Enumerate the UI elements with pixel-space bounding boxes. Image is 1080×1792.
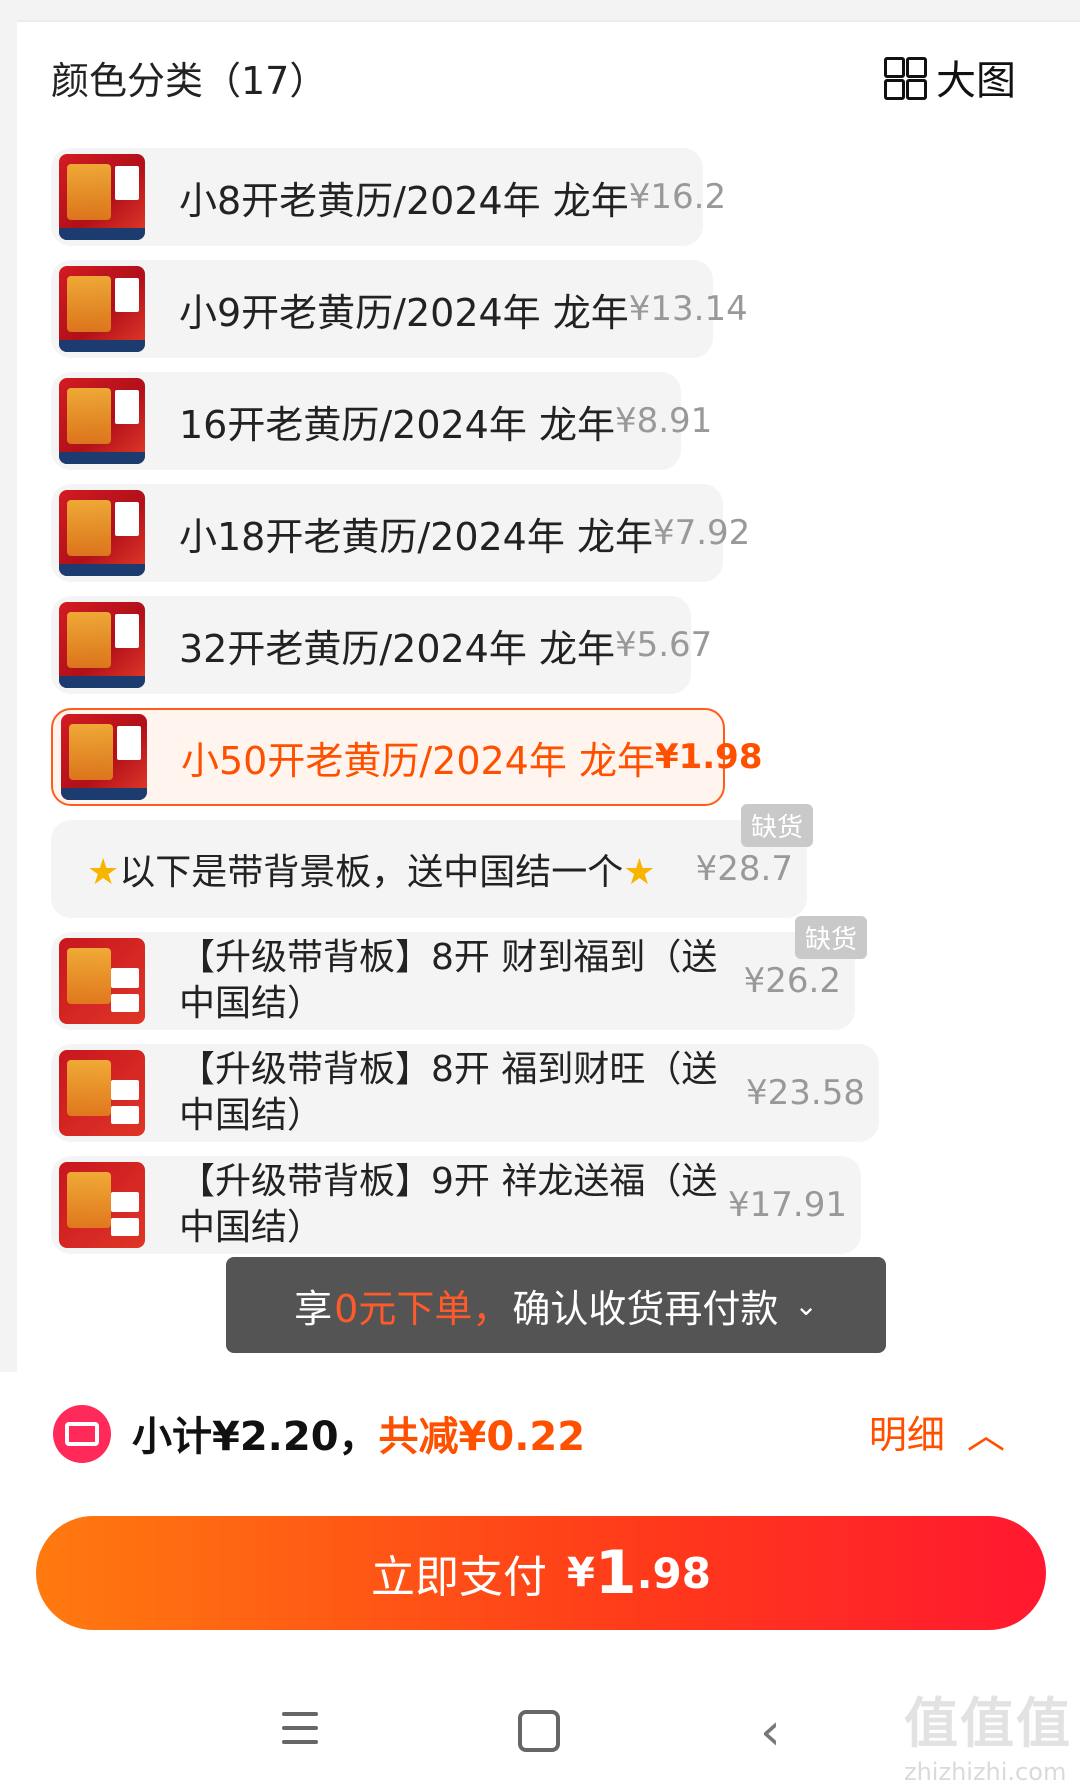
- sku-option-label: 32开老黄历/2024年 龙年: [179, 626, 615, 671]
- pay-currency: ¥: [567, 1550, 595, 1596]
- menu-icon[interactable]: [282, 1712, 318, 1754]
- detail-toggle[interactable]: 明细 ︿: [869, 1404, 1005, 1459]
- home-icon[interactable]: [518, 1710, 560, 1752]
- sku-option-price: ¥23.58: [746, 1073, 865, 1113]
- sku-section-title: 颜色分类（17）: [51, 59, 328, 103]
- grid-icon: [882, 55, 927, 100]
- star-icon: ★: [623, 852, 656, 893]
- sku-option-label: 【升级带背板】8开 福到财旺（送中国结）: [179, 1049, 718, 1136]
- sku-option-price: ¥16.2: [628, 177, 727, 217]
- sku-option[interactable]: 【升级带背板】9开 祥龙送福（送中国结） ¥17.91: [51, 1156, 861, 1254]
- pay-now-button[interactable]: 立即支付 ¥ 1 .98: [36, 1516, 1046, 1630]
- watermark-logo: 值值值: [904, 1692, 1072, 1755]
- sku-option-price: ¥17.91: [728, 1185, 847, 1225]
- price-summary: 小计¥2.20，共减¥0.22: [132, 1404, 585, 1462]
- sku-selector-panel: 颜色分类（17） 大图 小8开老黄历/2024年 龙年 ¥16.2 小9开老黄历…: [17, 20, 1080, 1374]
- sku-option-label: 小9开老黄历/2024年 龙年: [179, 290, 629, 335]
- discount-text: 共减¥0.22: [378, 1414, 586, 1460]
- sku-option-selected[interactable]: 小50开老黄历/2024年 龙年 ¥1.98: [51, 708, 763, 806]
- sku-option-price: ¥28.7: [695, 849, 793, 889]
- sku-thumbnail: [59, 602, 145, 688]
- sku-option-label: 16开老黄历/2024年 龙年: [179, 402, 615, 447]
- big-view-label: 大图: [936, 58, 1016, 104]
- sku-thumbnail: [59, 154, 145, 240]
- pay-amount-dec: .98: [636, 1548, 711, 1598]
- sku-option-price: ¥13.14: [628, 289, 748, 329]
- sku-option-label: 小8开老黄历/2024年 龙年: [179, 178, 629, 223]
- sku-option[interactable]: 小18开老黄历/2024年 龙年 ¥7.92: [51, 484, 750, 582]
- sku-option-price: ¥7.92: [652, 513, 751, 553]
- sku-option-label: 以下是带背景板，送中国结一个: [119, 852, 624, 893]
- toast-suffix: 确认收货再付款: [512, 1286, 779, 1331]
- coupon-icon: [53, 1405, 111, 1463]
- sku-thumbnail: [61, 714, 147, 800]
- pay-later-toast[interactable]: 享 0元下单， 确认收货再付款 ⌄: [226, 1257, 886, 1353]
- sku-option-label: 【升级带背板】8开 财到福到（送中国结）: [179, 937, 718, 1024]
- sku-option-price: ¥26.2: [743, 961, 841, 1001]
- out-of-stock-badge: 缺货: [795, 916, 868, 959]
- checkout-bar: 小计¥2.20，共减¥0.22 明细 ︿ 立即支付 ¥ 1 .98 ‹ 值值值 …: [0, 1372, 1080, 1792]
- sku-thumbnail: [59, 266, 145, 352]
- sku-thumbnail: [59, 378, 145, 464]
- toast-highlight: 0元下单，: [334, 1286, 511, 1331]
- big-view-toggle[interactable]: 大图: [882, 48, 1016, 106]
- sku-option-label: 【升级带背板】9开 祥龙送福（送中国结）: [179, 1161, 718, 1248]
- sku-option[interactable]: 32开老黄历/2024年 龙年 ¥5.67: [51, 596, 712, 694]
- detail-label: 明细: [868, 1413, 945, 1457]
- subtotal-text: 小计¥2.20，: [132, 1414, 379, 1460]
- watermark-domain: zhizhizhi.com: [904, 1758, 1067, 1786]
- sku-option-price: ¥5.67: [614, 625, 713, 665]
- sku-thumbnail: [59, 490, 145, 576]
- chevron-up-icon: ︿: [966, 1413, 1005, 1457]
- sku-option[interactable]: 【升级带背板】8开 福到财旺（送中国结） ¥23.58: [51, 1044, 879, 1142]
- star-icon: ★: [87, 852, 120, 893]
- sku-thumbnail: [59, 1162, 145, 1248]
- sku-option-unavailable[interactable]: 【升级带背板】8开 财到福到（送中国结） ¥26.2: [51, 932, 855, 1030]
- sku-option-label: 小50开老黄历/2024年 龙年: [181, 738, 655, 783]
- back-icon[interactable]: ‹: [760, 1702, 781, 1762]
- sku-option-price: ¥1.98: [654, 737, 763, 777]
- sku-option[interactable]: 小8开老黄历/2024年 龙年 ¥16.2: [51, 148, 726, 246]
- toast-prefix: 享: [294, 1286, 333, 1331]
- sku-option-price: ¥8.91: [614, 401, 713, 441]
- sku-option-unavailable[interactable]: ★以下是带背景板，送中国结一个★ ¥28.7: [51, 820, 807, 918]
- pay-amount-int: 1: [594, 1538, 637, 1608]
- sku-thumbnail: [59, 938, 145, 1024]
- sku-option[interactable]: 16开老黄历/2024年 龙年 ¥8.91: [51, 372, 712, 470]
- sku-option-label-wrap: ★以下是带背景板，送中国结一个★: [87, 843, 656, 895]
- sku-option[interactable]: 小9开老黄历/2024年 龙年 ¥13.14: [51, 260, 748, 358]
- sku-option-label: 小18开老黄历/2024年 龙年: [179, 514, 653, 559]
- out-of-stock-badge: 缺货: [741, 804, 814, 847]
- chevron-down-icon: ⌄: [794, 1288, 818, 1322]
- sku-thumbnail: [59, 1050, 145, 1136]
- watermark: 值值值 zhizhizhi.com: [904, 1679, 1072, 1786]
- pay-button-label: 立即支付: [371, 1552, 547, 1603]
